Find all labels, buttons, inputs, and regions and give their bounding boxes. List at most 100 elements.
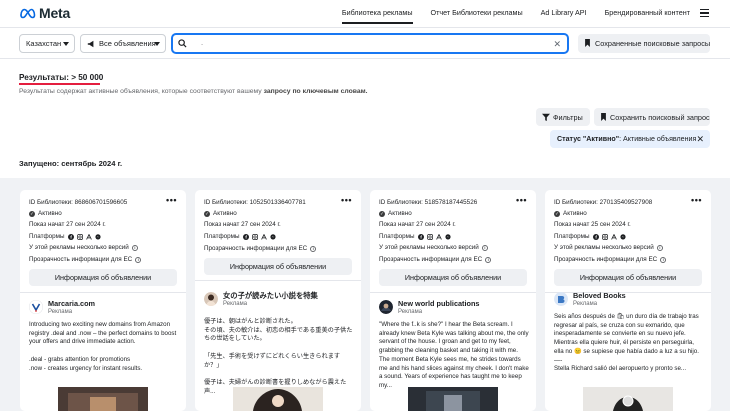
advertiser-name[interactable]: Marcaria.com [48,300,95,308]
advertiser-name[interactable]: Beloved Books [573,292,626,300]
save-search-button-label: Сохранить поисковый запрос [610,112,710,122]
chip-bold-label: Статус "Активно" [557,135,620,143]
sponsored-label: Реклама [573,301,598,307]
nav-links: Библиотека рекламы Отчет Библиотеки рекл… [341,0,690,26]
meta-logo[interactable]: Meta [19,5,70,21]
more-options-icon[interactable]: ••• [691,195,702,205]
eu-transparency: Прозрачность информации для ЕС i [29,256,142,263]
sponsored-label: Реклама [398,309,423,315]
nav-link-branded-content[interactable]: Брендированный контент [605,0,690,26]
nav-link-ad-library[interactable]: Библиотека рекламы [341,0,413,26]
advertiser-name[interactable]: New world publications [398,300,480,308]
save-search-button[interactable]: Сохранить поисковый запрос [594,108,710,126]
ad-details-button[interactable]: Информация об объявлении [554,269,702,286]
ad-details-button[interactable]: Информация об объявлении [29,269,177,286]
ad-status: ✓ Активно [554,210,587,217]
ad-status-text: Активно [38,210,62,217]
multiple-versions-text: У этой рекламы несколько версий [554,244,654,251]
info-icon[interactable]: i [481,244,488,251]
saved-searches-button[interactable]: Сохраненные поисковые запросы [578,34,710,53]
ad-body-text: 優子は、朝はがんと診断された。 その頃、夫の敏介は、初恋の相手である重美の子供た… [204,318,353,395]
results-underline [19,83,100,85]
active-status-filter-chip: Статус "Активно" : Активные объявления ✕ [550,130,710,148]
nav-link-ad-library-api[interactable]: Ad Library API [541,0,587,26]
ad-platforms: Платформы [554,233,626,240]
advertiser[interactable]: Beloved Books Реклама [554,292,626,308]
ad-type-select-value: Все объявления [99,39,156,48]
messenger-icon [269,233,276,239]
ad-status-text: Активно [388,210,412,217]
audience-network-icon [85,233,92,240]
multiple-versions-text: У этой рекламы несколько версий [29,244,129,251]
more-options-icon[interactable]: ••• [341,195,352,205]
ad-creative-image [58,387,148,411]
facebook-icon [417,233,424,240]
more-options-icon[interactable]: ••• [516,195,527,205]
country-select-value: Казахстан [26,39,62,48]
ad-status-text: Активно [213,210,237,217]
advertiser[interactable]: Marcaria.com Реклама [29,300,95,316]
messenger-icon [94,233,101,239]
filters-button[interactable]: Фильтры [536,108,590,126]
info-icon[interactable]: i [131,244,138,251]
top-navigation: Meta Библиотека рекламы Отчет Библиотеки… [0,0,730,26]
card-divider [370,292,536,293]
eu-transparency-text: Прозрачность информации для ЕС [29,256,133,263]
facebook-icon [67,233,74,240]
ad-creative-image [233,387,323,411]
advertiser[interactable]: 女の子が読みたい小説を特集 Реклама [204,292,318,308]
ad-body-text: "Where the f..k is she?" I hear the Beta… [379,321,529,389]
clear-search-icon[interactable]: ✕ [553,38,561,50]
filter-icon [542,113,550,121]
multiple-versions-note: У этой рекламы несколько версий i [379,244,488,251]
info-icon[interactable]: i [485,256,492,263]
facebook-icon [242,233,249,240]
advertiser[interactable]: New world publications Реклама [379,300,480,316]
eu-transparency-text: Прозрачность информации для ЕС [554,256,658,263]
megaphone-icon [87,40,94,48]
results-description: Результаты содержат активные объявления,… [19,88,368,95]
ad-status: ✓ Активно [379,210,412,217]
platforms-label: Платформы [29,233,65,240]
info-icon[interactable]: i [656,244,663,251]
messenger-icon [444,233,451,239]
card-divider [20,292,186,293]
chevron-down-icon [63,42,69,46]
country-select[interactable]: Казахстан [19,34,75,53]
meta-logo-text: Meta [39,5,71,21]
results-count: Результаты: > 50 000 [19,73,104,82]
remove-filter-icon[interactable]: ✕ [696,133,704,145]
ad-creative-image [408,387,498,411]
ad-start-date: Показ начат 27 сен 2024 г. [204,221,281,228]
ad-details-button[interactable]: Информация об объявлении [204,258,352,275]
search-input[interactable]: . ✕ [171,33,569,54]
hamburger-menu-icon[interactable] [700,9,709,17]
ad-body-text: Seis años después de 🛍 un duro día de tr… [554,313,699,373]
multiple-versions-text: У этой рекламы несколько версий [379,244,479,251]
info-icon[interactable]: i [135,256,142,263]
eu-transparency: Прозрачность информации для ЕС i [204,245,317,252]
audience-network-icon [610,233,617,240]
advertiser-avatar [29,300,43,314]
ad-type-select[interactable]: Все объявления [80,34,166,53]
advertiser-name[interactable]: 女の子が読みたい小説を特集 [223,292,318,300]
info-icon[interactable]: i [310,245,317,252]
nav-link-ad-library-report[interactable]: Отчет Библиотеки рекламы [431,0,523,26]
ad-details-button[interactable]: Информация об объявлении [379,269,527,286]
ad-platforms: Платформы [379,233,451,240]
bookmark-icon [601,113,606,121]
ad-card: ID Библиотеки: 1052501336407781 ••• ✓ Ак… [195,190,361,411]
platforms-label: Платформы [204,233,240,240]
meta-infinity-icon [20,8,36,19]
instagram-icon [76,233,83,240]
audience-network-icon [260,233,267,240]
info-icon[interactable]: i [660,256,667,263]
ad-status-text: Активно [563,210,587,217]
ad-status: ✓ Активно [204,210,237,217]
more-options-icon[interactable]: ••• [166,195,177,205]
check-circle-icon: ✓ [29,210,35,217]
ad-card: ID Библиотеки: 868606701596605 ••• ✓ Акт… [20,190,186,411]
ad-platforms: Платформы [204,233,276,240]
results-description-bold: запросу по ключевым словам. [263,88,368,95]
chevron-down-icon [154,42,160,46]
